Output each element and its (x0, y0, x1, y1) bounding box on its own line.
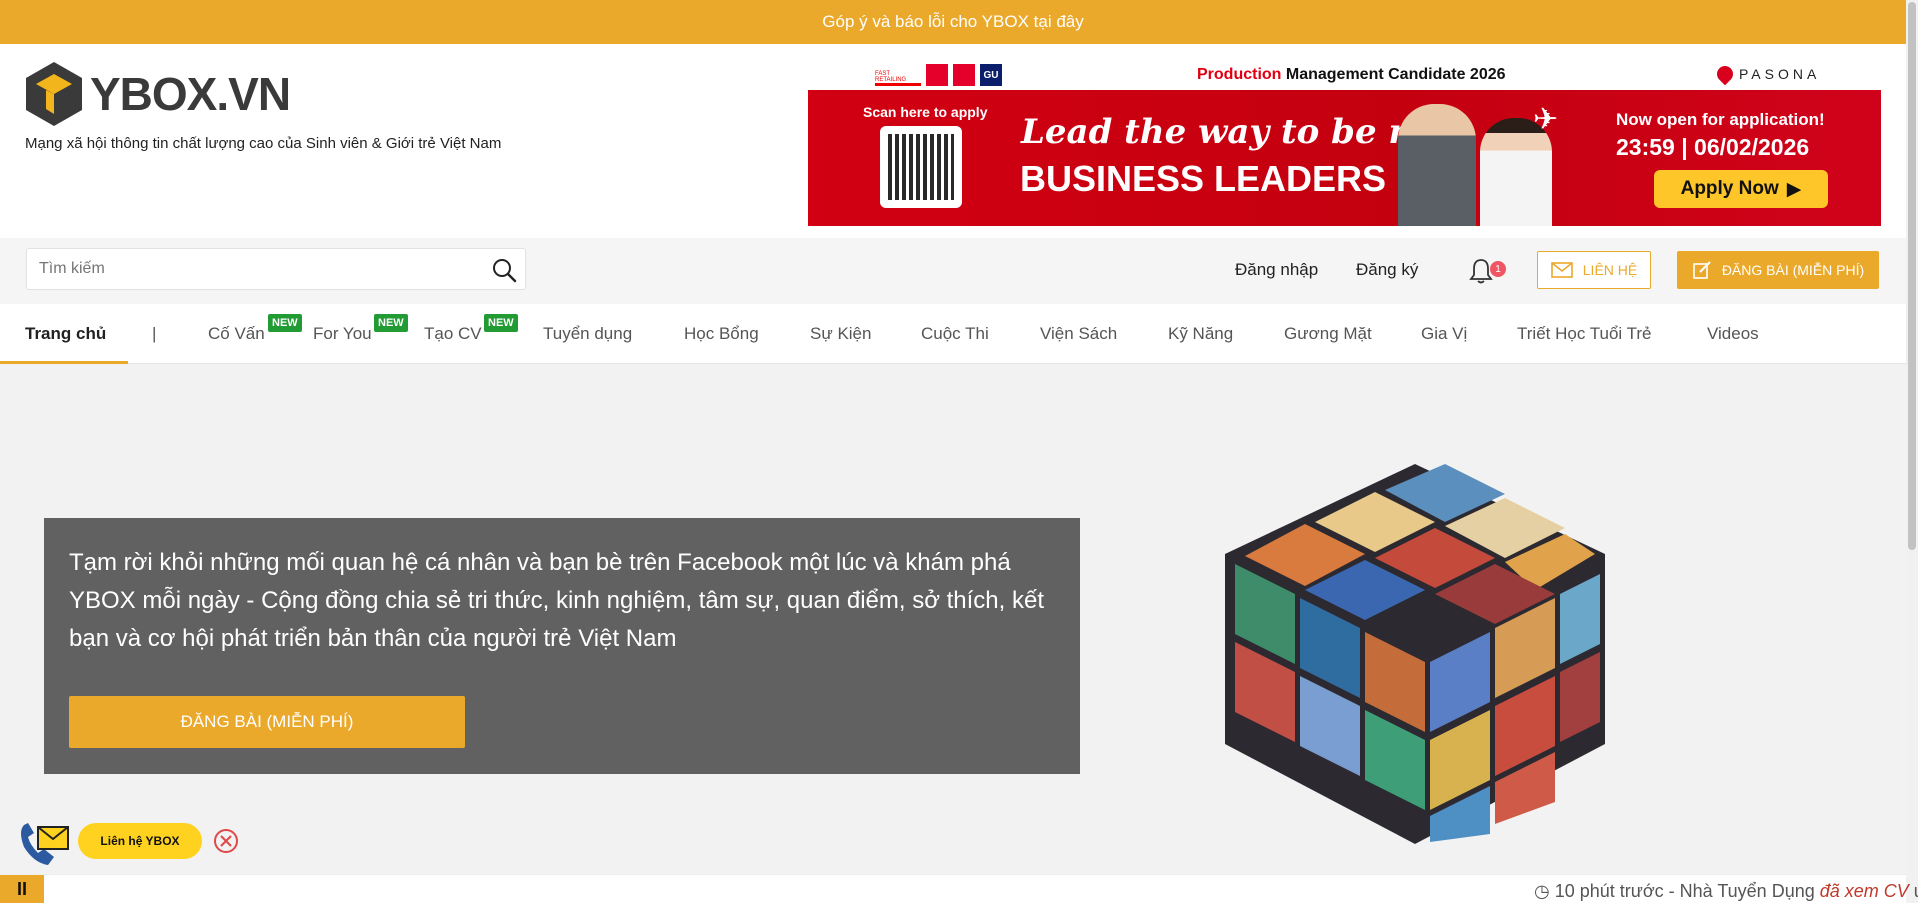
ticker-tail: ứn (1909, 881, 1918, 901)
hero-intro-box: Tạm rời khỏi những mối quan hệ cá nhân v… (44, 518, 1080, 774)
hero-cube-illustration (1225, 464, 1605, 844)
ybox-cube-icon (26, 62, 82, 126)
scrollbar-thumb[interactable] (1908, 2, 1916, 550)
plane-icon: ✈ (1533, 103, 1559, 136)
new-badge-co-van: NEW (268, 314, 302, 332)
floating-contact-widget[interactable]: Liên hệ YBOX (16, 815, 256, 871)
search-box[interactable] (26, 248, 526, 290)
hero-section: Tạm rời khỏi những mối quan hệ cá nhân v… (0, 364, 1906, 874)
gu-logo: GU (980, 64, 1002, 86)
page-scrollbar[interactable] (1906, 0, 1918, 903)
ad-title-highlight: Production (1197, 66, 1282, 83)
play-arrow-icon: ▶ (1786, 178, 1802, 200)
ad-person-man (1398, 104, 1476, 226)
nav-tuyen-dung[interactable]: Tuyển dụng (543, 324, 632, 344)
ticker-subject: - Nhà Tuyển Dụng (1663, 881, 1820, 901)
ad-deadline: 23:59 | 06/02/2026 (1616, 134, 1810, 160)
clock-icon: ◷ (1534, 881, 1550, 901)
hero-post-button[interactable]: ĐĂNG BÀI (MIỄN PHÍ) (69, 696, 465, 748)
brand-logos: FAST RETAILING GU (875, 64, 1002, 86)
activity-ticker: II ◷ 10 phút trước - Nhà Tuyển Dụng đã x… (0, 874, 1918, 903)
ticker-item[interactable]: ◷ 10 phút trước - Nhà Tuyển Dụng đã xem … (1534, 881, 1918, 902)
pasona-mark-icon (1713, 62, 1737, 86)
ad-title: Production Management Candidate 2026 (1197, 66, 1506, 84)
search-input[interactable] (39, 257, 479, 281)
nav-cuoc-thi[interactable]: Cuộc Thi (921, 324, 989, 344)
uniqlo-logo (953, 64, 975, 86)
nav-su-kien[interactable]: Sự Kiện (810, 324, 871, 344)
nav-hoc-bong[interactable]: Học Bổng (684, 324, 759, 344)
nav-separator: | (152, 324, 157, 343)
new-badge-tao-cv: NEW (484, 314, 518, 332)
nav-guong-mat[interactable]: Gương Mặt (1284, 324, 1372, 344)
pasona-text: PASONA (1739, 66, 1821, 82)
site-header: YBOX.VN Mạng xã hội thông tin chất lượng… (0, 44, 1906, 238)
hero-text: Tạm rời khỏi những mối quan hệ cá nhân v… (69, 549, 1044, 652)
brand-red-logo (926, 64, 948, 86)
contact-button[interactable]: LIÊN HỆ (1537, 251, 1651, 289)
login-link[interactable]: Đăng nhập (1235, 260, 1318, 280)
feedback-text: Góp ý và báo lỗi cho YBOX (822, 12, 1029, 31)
nav-for-you[interactable]: For You (313, 324, 372, 344)
register-link[interactable]: Đăng ký (1356, 260, 1418, 280)
ad-title-rest: Management Candidate 2026 (1281, 66, 1506, 83)
nav-vien-sach[interactable]: Viện Sách (1040, 324, 1117, 344)
new-badge-for-you: NEW (374, 314, 408, 332)
nav-gia-vi[interactable]: Gia Vị (1421, 324, 1467, 344)
contact-label: LIÊN HỆ (1582, 262, 1638, 278)
search-icon[interactable] (491, 257, 517, 283)
apply-now-label: Apply Now (1680, 178, 1779, 199)
search-bar-row: Đăng nhập Đăng ký 1 LIÊN HỆ ĐĂNG BÀI (MI… (0, 238, 1906, 304)
ad-headline: BUSINESS LEADERS (1020, 158, 1387, 199)
site-tagline: Mạng xã hội thông tin chất lượng cao của… (25, 135, 502, 152)
site-logo[interactable]: YBOX.VN (24, 60, 291, 128)
main-nav: Trang chủ | Cố Vấn NEW For You NEW Tạo C… (0, 304, 1906, 364)
nav-videos[interactable]: Videos (1707, 324, 1759, 344)
post-free-label: ĐĂNG BÀI (MIỄN PHÍ) (1721, 262, 1865, 278)
nav-home[interactable]: Trang chủ (25, 324, 106, 344)
ad-open-text: Now open for application! (1616, 110, 1825, 129)
ad-banner[interactable]: Scan here to apply Lead the way to be ne… (808, 90, 1881, 226)
feedback-link[interactable]: tại đây (1034, 12, 1084, 32)
nav-tao-cv[interactable]: Tạo CV (424, 324, 482, 344)
qr-code-icon (880, 126, 962, 208)
feedback-bar: Góp ý và báo lỗi cho YBOX tại đây (0, 0, 1906, 44)
nav-triet-hoc[interactable]: Triết Học Tuổi Trẻ (1517, 324, 1651, 344)
edit-icon (1693, 261, 1711, 279)
nav-co-van[interactable]: Cố Vấn (208, 324, 265, 344)
ticker-time: 10 phút trước (1554, 881, 1664, 901)
nav-ky-nang[interactable]: Kỹ Năng (1168, 324, 1233, 344)
pause-button[interactable]: II (0, 875, 44, 903)
ad-header-strip[interactable]: FAST RETAILING GU Production Management … (807, 60, 1880, 90)
logo-text: YBOX.VN (90, 68, 291, 120)
ad-scan-text: Scan here to apply (863, 104, 988, 120)
contact-ybox-button[interactable]: Liên hệ YBOX (78, 823, 202, 859)
ticker-action: đã xem CV (1819, 881, 1909, 901)
apply-now-button[interactable]: Apply Now ▶ (1654, 170, 1828, 208)
fast-retailing-logo: FAST RETAILING (875, 64, 921, 86)
notification-badge: 1 (1490, 261, 1506, 277)
mail-icon (1550, 262, 1573, 278)
close-icon[interactable] (212, 827, 240, 855)
post-free-button[interactable]: ĐĂNG BÀI (MIỄN PHÍ) (1677, 251, 1879, 289)
phone-mail-icon[interactable] (16, 817, 72, 869)
pasona-logo: PASONA (1713, 62, 1821, 86)
